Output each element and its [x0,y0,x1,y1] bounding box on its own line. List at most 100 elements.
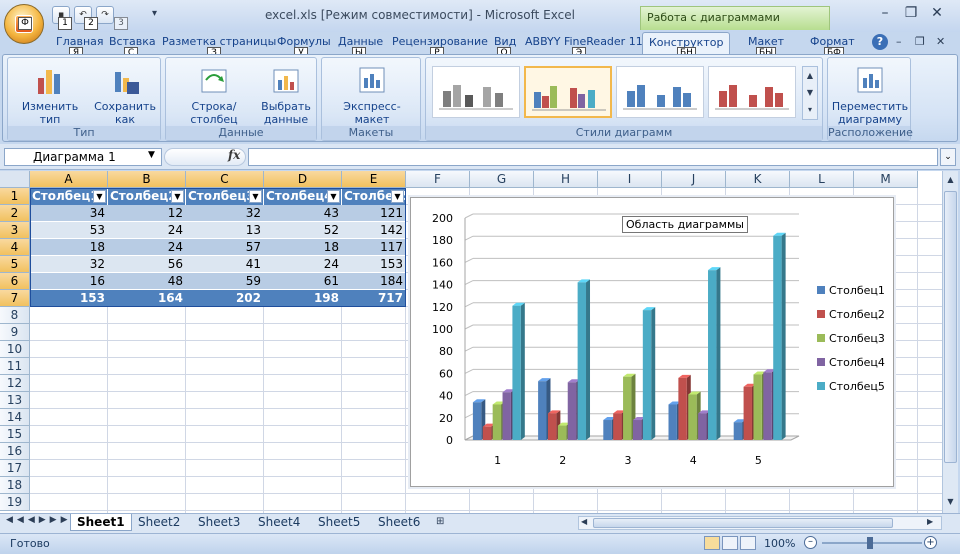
row-header-2[interactable]: 2 [0,205,30,222]
switch-row-column-button[interactable]: Строка/столбец [170,64,258,126]
row-header-3[interactable]: 3 [0,222,30,239]
close-icon[interactable]: ✕ [924,4,950,24]
chart-area[interactable]: 0 20 40 60 80 100 120 140 160 180 200 1 2 3 4 5 Столбец1… [410,197,894,487]
table-total-cell[interactable]: 202 [186,290,264,307]
table-cell[interactable]: 24 [108,222,186,239]
doc-restore-icon[interactable]: ❐ [915,35,925,48]
bar[interactable] [688,394,697,440]
row-header-5[interactable]: 5 [0,256,30,273]
help-icon[interactable]: ? [872,34,888,50]
filter-dropdown-icon[interactable]: ▼ [171,190,184,203]
table-cell[interactable]: 13 [186,222,264,239]
doc-minimize-icon[interactable]: – [896,35,902,48]
chart-style-1[interactable] [432,66,520,118]
table-cell[interactable]: 117 [342,239,406,256]
bar[interactable] [733,422,743,440]
expand-formula-icon[interactable]: ⌄ [940,148,956,166]
bar[interactable] [763,372,772,440]
table-header-cell[interactable]: Столбец5 ▼ [342,188,406,205]
scroll-right-icon[interactable]: ▶ [927,517,933,526]
bar[interactable] [547,413,557,440]
table-total-cell[interactable]: 717 [342,290,406,307]
table-cell[interactable]: 52 [264,222,342,239]
bar[interactable] [743,386,752,440]
bar[interactable] [773,235,782,440]
bar[interactable] [567,382,577,440]
sheet-tab-sheet6[interactable]: Sheet6 [372,514,426,531]
bar[interactable] [632,420,642,440]
table-cell[interactable]: 32 [186,205,264,222]
column-header-l[interactable]: L [790,171,854,188]
table-cell[interactable]: 32 [30,256,108,273]
row-header-1[interactable]: 1 [0,188,30,205]
row-header-8[interactable]: 8 [0,307,30,324]
row-header-9[interactable]: 9 [0,324,30,341]
vertical-scrollbar[interactable]: ▲ ▼ [942,171,958,513]
filter-dropdown-icon[interactable]: ▼ [93,190,106,203]
table-cell[interactable]: 142 [342,222,406,239]
formula-input[interactable] [248,148,938,166]
bar[interactable] [603,420,612,440]
table-cell[interactable]: 18 [264,239,342,256]
table-cell[interactable]: 56 [108,256,186,273]
column-header-i[interactable]: I [598,171,662,188]
select-all-corner[interactable] [0,171,30,188]
column-header-h[interactable]: H [534,171,598,188]
doc-close-icon[interactable]: ✕ [936,35,945,48]
bar[interactable] [502,392,511,440]
chart-style-3[interactable] [616,66,704,118]
bar[interactable] [623,376,632,440]
sheet-tab-sheet5[interactable]: Sheet5 [312,514,366,531]
column-header-g[interactable]: G [470,171,534,188]
table-cell[interactable]: 184 [342,273,406,290]
vertical-scroll-thumb[interactable] [944,191,957,463]
scroll-up-icon[interactable]: ▲ [944,175,957,187]
row-header-11[interactable]: 11 [0,358,30,375]
table-cell[interactable]: 34 [30,205,108,222]
row-header-14[interactable]: 14 [0,409,30,426]
insert-sheet-icon[interactable]: ⊞ [436,516,454,530]
column-header-b[interactable]: B [108,171,186,188]
column-header-a[interactable]: A [30,171,108,188]
filter-dropdown-icon[interactable]: ▼ [249,190,262,203]
select-data-button[interactable]: Выбрать данные [258,64,314,126]
move-chart-button[interactable]: Переместить диаграмму [830,64,910,126]
page-layout-view-icon[interactable] [722,536,738,550]
table-cell[interactable]: 59 [186,273,264,290]
column-header-e[interactable]: E [342,171,406,188]
table-cell[interactable]: 121 [342,205,406,222]
chart-style-2[interactable] [524,66,612,118]
table-cell[interactable]: 24 [264,256,342,273]
zoom-slider-thumb[interactable] [867,537,873,549]
row-header-13[interactable]: 13 [0,392,30,409]
table-cell[interactable]: 41 [186,256,264,273]
zoom-out-icon[interactable]: – [804,536,817,549]
column-header-d[interactable]: D [264,171,342,188]
table-header-cell[interactable]: Столбец3 ▼ [186,188,264,205]
bar[interactable] [753,374,762,440]
bar[interactable] [482,426,492,440]
qat-redo-icon[interactable]: ↷ [96,6,114,24]
sheet-tab-sheet2[interactable]: Sheet2 [132,514,186,531]
bar[interactable] [698,413,707,440]
sheet-nav-icons[interactable]: ◀◀◀▶▶▶ [6,515,72,525]
bar[interactable] [613,413,622,440]
column-header-f[interactable]: F [406,171,470,188]
row-header-12[interactable]: 12 [0,375,30,392]
column-header-c[interactable]: C [186,171,264,188]
name-box[interactable]: Диаграмма 1 [4,148,162,166]
column-header-k[interactable]: K [726,171,790,188]
row-header-19[interactable]: 19 [0,494,30,511]
bar[interactable] [557,425,567,440]
table-header-cell[interactable]: Столбец2 ▼ [108,188,186,205]
minimize-icon[interactable]: – [872,4,898,24]
table-cell[interactable]: 61 [264,273,342,290]
row-header-17[interactable]: 17 [0,460,30,477]
sheet-tab-sheet1[interactable]: Sheet1 [70,514,132,531]
insert-function-button[interactable]: fx [228,148,240,162]
bar[interactable] [538,381,547,440]
bar[interactable] [577,282,587,440]
row-header-10[interactable]: 10 [0,341,30,358]
styles-scroll[interactable]: ▲ ▼ ▾ [802,66,818,120]
table-cell[interactable]: 57 [186,239,264,256]
